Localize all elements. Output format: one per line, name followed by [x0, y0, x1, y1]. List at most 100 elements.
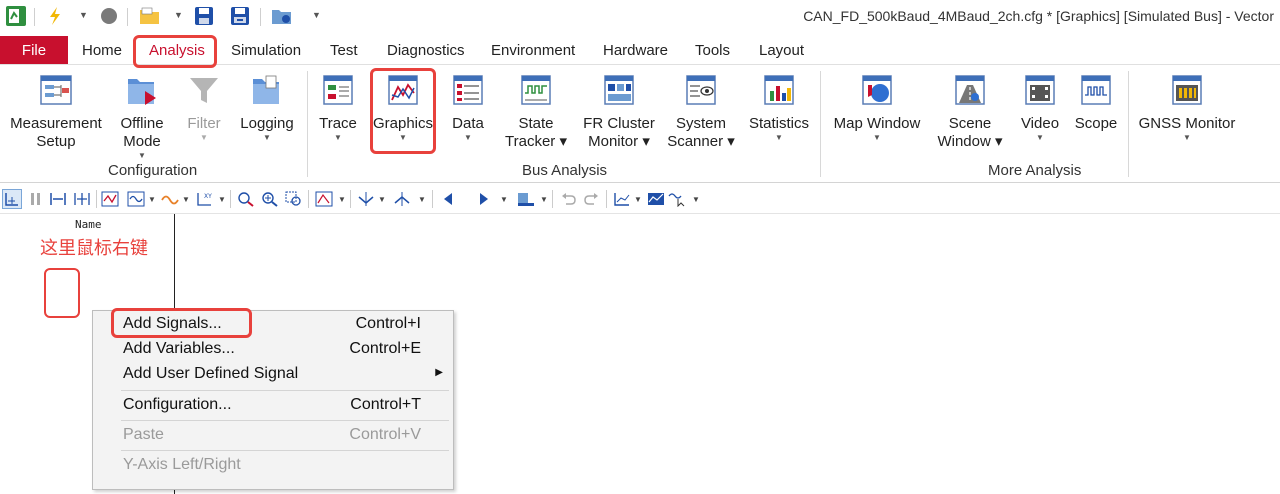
- offline-mode-label-1: Offline: [120, 115, 164, 132]
- chart-style-icon[interactable]: [646, 189, 666, 209]
- title-bar: ▼ ▼ ▼ CAN_FD_500kBaud_4MBaud_2ch.cfg * […: [0, 0, 1280, 34]
- cursor-mode-icon[interactable]: [2, 189, 22, 209]
- layout-icon[interactable]: [516, 189, 536, 209]
- filter-label: Filter: [187, 115, 221, 132]
- graphics-button-highlight: [370, 68, 436, 154]
- logging-icon: [250, 73, 284, 107]
- tab-file[interactable]: File: [0, 36, 68, 64]
- save-icon[interactable]: [193, 5, 215, 27]
- measurement-setup-button[interactable]: Measurement Setup: [10, 73, 102, 151]
- graph-icon[interactable]: [100, 189, 120, 209]
- tab-hardware[interactable]: Hardware: [603, 36, 668, 64]
- tab-layout[interactable]: Layout: [759, 36, 804, 64]
- system-scanner-label-1: System: [675, 115, 726, 132]
- fr-cluster-monitor-button[interactable]: FR Cluster Monitor ▾: [582, 73, 656, 151]
- ribbon: Measurement Setup Offline Mode ▼ Filter ▼ …: [0, 65, 1280, 183]
- undo-icon[interactable]: [558, 189, 578, 209]
- offline-mode-button[interactable]: Offline Mode ▼: [112, 73, 172, 161]
- gnss-monitor-label: GNSS Monitor: [1138, 115, 1236, 132]
- add-signals-highlight: [111, 308, 252, 338]
- open-folder-icon[interactable]: [138, 5, 162, 27]
- markers-icon[interactable]: [314, 189, 334, 209]
- menu-item-paste[interactable]: Paste Control+V: [123, 423, 449, 447]
- tab-environment[interactable]: Environment: [491, 36, 575, 64]
- video-button[interactable]: Video ▼: [1018, 73, 1062, 143]
- state-tracker-label-2: Tracker: [505, 133, 556, 150]
- axis-options-icon[interactable]: [612, 189, 632, 209]
- menu-item-add-variables[interactable]: Add Variables... Control+E: [123, 337, 449, 361]
- group-label-more-analysis: More Analysis: [988, 162, 1082, 179]
- system-scanner-button[interactable]: System Scanner ▾: [666, 73, 736, 151]
- stop-icon[interactable]: [98, 5, 120, 27]
- menu-item-add-user-defined-signal[interactable]: Add User Defined Signal ▶: [123, 362, 449, 386]
- signal-layout-icon[interactable]: [126, 189, 146, 209]
- zoom-in-icon[interactable]: [260, 189, 280, 209]
- cursor-line-icon[interactable]: [356, 189, 376, 209]
- statistics-button[interactable]: Statistics ▼: [748, 73, 810, 143]
- tab-tools[interactable]: Tools: [695, 36, 730, 64]
- group-label-bus-analysis: Bus Analysis: [522, 162, 608, 179]
- menu-item-shortcut: Control+T: [350, 396, 421, 413]
- menu-item-configuration[interactable]: Configuration... Control+T: [123, 393, 449, 417]
- trace-icon: [321, 73, 355, 107]
- trace-button[interactable]: Trace ▼: [316, 73, 360, 143]
- column-header-name: Name: [75, 218, 102, 231]
- signal-select-icon[interactable]: [668, 189, 688, 209]
- statistics-icon: [762, 73, 796, 107]
- lightning-icon[interactable]: [44, 5, 66, 27]
- wave-icon[interactable]: [160, 189, 180, 209]
- offline-mode-label-2: Mode: [123, 133, 161, 150]
- save-all-icon[interactable]: [229, 5, 251, 27]
- measurement-setup-label-1: Measurement: [10, 115, 102, 132]
- redo-icon[interactable]: [582, 189, 602, 209]
- arrow-right-icon[interactable]: [474, 189, 494, 209]
- fr-cluster-monitor-icon: [602, 73, 636, 107]
- statistics-label: Statistics: [748, 115, 809, 132]
- zoom-fit-icon[interactable]: [236, 189, 256, 209]
- submenu-arrow-icon: ▶: [435, 367, 443, 378]
- map-window-button[interactable]: Map Window ▼: [832, 73, 922, 143]
- system-scanner-label-2: Scanner: [667, 133, 724, 150]
- offline-mode-icon: [125, 73, 159, 107]
- xy-axis-icon[interactable]: XY: [194, 189, 214, 209]
- measurement-setup-icon: [39, 73, 73, 107]
- logging-button[interactable]: Logging ▼: [236, 73, 298, 143]
- menu-item-shortcut: Control+E: [349, 340, 421, 357]
- measure-x-icon[interactable]: [48, 189, 68, 209]
- tab-test[interactable]: Test: [330, 36, 358, 64]
- measure-diff-icon[interactable]: [72, 189, 92, 209]
- state-tracker-label-1: State: [518, 115, 554, 132]
- package-icon[interactable]: [270, 5, 294, 27]
- scene-window-icon: [953, 73, 987, 107]
- video-icon: [1023, 73, 1057, 107]
- fr-cluster-monitor-label-1: FR Cluster: [583, 115, 655, 132]
- filter-icon: [187, 73, 221, 107]
- annotation-text: 这里鼠标右键: [40, 238, 148, 258]
- tab-simulation[interactable]: Simulation: [231, 36, 301, 64]
- filter-button[interactable]: Filter ▼: [182, 73, 226, 143]
- pause-icon[interactable]: [26, 189, 46, 209]
- menu-item-label: Configuration...: [123, 396, 232, 413]
- scope-icon: [1079, 73, 1113, 107]
- cursor-up-icon[interactable]: [392, 189, 412, 209]
- trace-label: Trace: [319, 115, 357, 132]
- menu-item-y-axis-left-right[interactable]: Y-Axis Left/Right: [123, 453, 449, 477]
- scope-button[interactable]: Scope: [1072, 73, 1120, 133]
- menu-item-shortcut: Control+V: [349, 426, 421, 443]
- measurement-setup-label-2: Setup: [36, 133, 76, 150]
- gnss-monitor-button[interactable]: GNSS Monitor ▼: [1138, 73, 1236, 143]
- arrow-left-icon[interactable]: [438, 189, 458, 209]
- scope-label: Scope: [1074, 115, 1118, 132]
- zoom-area-icon[interactable]: [284, 189, 304, 209]
- map-window-label: Map Window: [833, 115, 921, 132]
- scene-window-button[interactable]: Scene Window ▾: [934, 73, 1006, 151]
- menu-item-shortcut: Control+I: [355, 315, 421, 332]
- fr-cluster-monitor-label-2: Monitor: [588, 133, 639, 150]
- data-button[interactable]: Data ▼: [448, 73, 488, 143]
- tab-home[interactable]: Home: [82, 36, 122, 64]
- app-icon[interactable]: [4, 5, 28, 27]
- tab-diagnostics[interactable]: Diagnostics: [387, 36, 465, 64]
- state-tracker-button[interactable]: State Tracker ▾: [500, 73, 572, 151]
- annotation-box: [44, 268, 80, 318]
- menu-item-label: Y-Axis Left/Right: [123, 456, 241, 473]
